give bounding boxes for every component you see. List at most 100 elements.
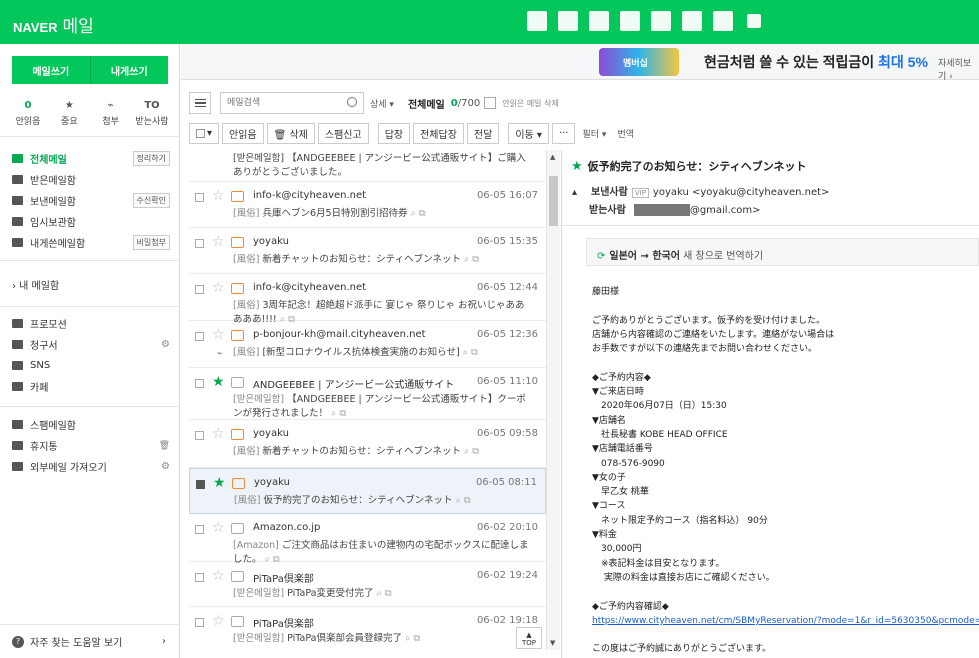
quick-filter-1[interactable]: ★ 중요 bbox=[51, 96, 87, 128]
star-icon[interactable]: ☆ bbox=[212, 327, 225, 343]
preview-icon[interactable]: ⌕ ⧉ bbox=[461, 254, 479, 265]
contacts-icon[interactable] bbox=[620, 11, 640, 31]
list-icon[interactable] bbox=[589, 11, 609, 31]
toolbar-button-0[interactable]: 안읽음 bbox=[222, 122, 264, 144]
folder-action-button[interactable]: 정리하기 bbox=[132, 151, 170, 166]
preview-icon[interactable]: ⌕ ⧉ bbox=[402, 633, 420, 644]
mail-sender[interactable]: yoyaku bbox=[253, 428, 289, 439]
star-icon[interactable]: ☆ bbox=[212, 568, 225, 584]
translate-button[interactable]: 번역 bbox=[613, 122, 638, 144]
mail-sender[interactable]: yoyaku bbox=[254, 477, 290, 488]
row-checkbox[interactable] bbox=[195, 573, 204, 582]
my-mailbox[interactable]: › 내 메일함 bbox=[12, 274, 170, 295]
mail-subject[interactable]: [받은메일함] PiTaPa変更受付完了 ⌕ ⧉ bbox=[233, 587, 533, 601]
preview-icon[interactable]: ⌕ ⧉ bbox=[408, 208, 426, 219]
filter-button[interactable]: 필터 ▾ bbox=[578, 122, 611, 144]
sidebar-item-1[interactable]: 청구서 ⚙ bbox=[12, 334, 170, 355]
search-icon[interactable] bbox=[347, 97, 357, 107]
row-checkbox[interactable] bbox=[195, 431, 204, 440]
mail-icon[interactable] bbox=[527, 11, 547, 31]
star-icon[interactable]: ★ bbox=[212, 374, 225, 390]
toolbar-button-2[interactable]: 스팸신고 bbox=[317, 122, 369, 144]
mail-subject[interactable]: [風俗] 兵庫ヘブン6月5日特別割引招待券 ⌕ ⧉ bbox=[233, 207, 533, 221]
preview-icon[interactable]: ⌕ ⧉ bbox=[373, 588, 392, 599]
delete-unread-link[interactable]: 안읽은 메일 삭제 bbox=[502, 98, 559, 109]
reservation-link[interactable]: https://www.cityheaven.net/cm/SBMyReserv… bbox=[592, 616, 979, 626]
sidebar-item-4[interactable]: 내게쓴메일함 비밀첨부 bbox=[12, 232, 170, 253]
sender-address[interactable]: yoyaku <yoyaku@cityheaven.net> bbox=[653, 187, 829, 198]
star-icon[interactable]: ☆ bbox=[212, 188, 225, 204]
refresh-icon[interactable] bbox=[484, 97, 497, 109]
mail-sender[interactable]: Amazon.co.jp bbox=[253, 522, 320, 533]
mail-row[interactable]: ★ ANDGEEBEE | アンジービー公式通販サイト 06-05 11:10 [받은… bbox=[189, 368, 546, 420]
row-checkbox[interactable] bbox=[195, 618, 204, 627]
preview-icon[interactable]: ⌕ ⧉ bbox=[453, 495, 471, 506]
menu-toggle-button[interactable] bbox=[189, 92, 211, 114]
mail-sender[interactable]: p-bonjour-kh@mail.cityheaven.net bbox=[253, 329, 426, 340]
house-icon[interactable] bbox=[713, 11, 733, 31]
mail-row[interactable]: ☆ yoyaku 06-05 09:58 [風俗] 新着チャットのお知らせ：シティヘブ… bbox=[189, 420, 546, 468]
toolbar-button-5[interactable]: 전달 bbox=[466, 122, 500, 144]
mail-sender[interactable]: PiTaPa倶楽部 bbox=[253, 570, 314, 585]
sidebar-item-3[interactable]: 카페 bbox=[12, 376, 170, 397]
mail-sender[interactable]: yoyaku bbox=[253, 236, 289, 247]
row-checkbox[interactable] bbox=[195, 332, 204, 341]
quick-filter-0[interactable]: 0 안읽음 bbox=[10, 96, 46, 128]
sidebar-item-2[interactable]: SNS bbox=[12, 355, 170, 376]
mail-subject[interactable]: [風俗] 仮予約完了のお知らせ：シティヘブンネット ⌕ ⧉ bbox=[234, 494, 534, 508]
sidebar-item-2[interactable]: 외부메일 가져오기 ⚙ bbox=[12, 456, 170, 477]
sidebar-item-1[interactable]: 받은메일함 bbox=[12, 169, 170, 190]
naver-mail-logo[interactable]: NAVER 메일 bbox=[13, 12, 94, 37]
toolbar-button-1[interactable]: 🗑 삭제 bbox=[266, 122, 315, 144]
square-icon[interactable] bbox=[747, 14, 761, 28]
star-icon[interactable]: ☆ bbox=[212, 613, 225, 629]
preview-icon[interactable]: ⌕ ⧉ bbox=[460, 347, 478, 358]
mail-row[interactable]: ☆ PiTaPa倶楽部 06-02 19:18 [받은메일함] PiTaPa倶楽部会員… bbox=[189, 607, 546, 650]
self-compose-button[interactable]: 내게쓰기 bbox=[89, 56, 168, 84]
mail-subject[interactable]: [風俗] [新型コロナウイルス抗体検査実施のお知らせ] ⌕ ⧉ bbox=[233, 346, 533, 360]
star-icon[interactable]: ★ bbox=[571, 159, 583, 174]
preview-icon[interactable]: ⌕ ⧉ bbox=[461, 446, 479, 457]
scroll-top-button[interactable]: ▲ TOP bbox=[516, 627, 542, 649]
banner-more-link[interactable]: 자세히보기 › bbox=[938, 56, 979, 82]
compose-button[interactable]: 메일쓰기 bbox=[12, 56, 90, 84]
mail-row[interactable]: ☆ info-k@cityheaven.net 06-05 12:44 [風俗] 3周… bbox=[189, 274, 546, 325]
mail-row[interactable]: ☆ info-k@cityheaven.net 06-05 16:07 [風俗] 兵庫… bbox=[189, 182, 546, 228]
star-icon[interactable]: ★ bbox=[213, 475, 226, 491]
memo-icon[interactable] bbox=[682, 11, 702, 31]
mail-sender[interactable]: info-k@cityheaven.net bbox=[253, 282, 366, 293]
toolbar-button-4[interactable]: 전체답장 bbox=[413, 122, 464, 144]
folder-action-button[interactable]: 비밀첨부 bbox=[132, 235, 170, 250]
mail-row[interactable]: [받은메일함] 【ANDGEEBEE | アンジービー公式通販サイト】ご購入あり… bbox=[189, 150, 546, 182]
mail-sender[interactable]: PiTaPa倶楽部 bbox=[253, 615, 314, 630]
toolbar-button-7[interactable]: ··· bbox=[551, 122, 576, 144]
translate-bar[interactable]: ⟳ 일본어 → 한국어 새 창으로 번역하기 bbox=[586, 238, 979, 266]
list-scrollbar[interactable]: ▲ ▼ bbox=[546, 150, 560, 650]
sidebar-item-0[interactable]: 스팸메일함 bbox=[12, 414, 170, 435]
mail-subject[interactable]: [받은메일함] PiTaPa倶楽部会員登録完了 ⌕ ⧉ bbox=[233, 632, 533, 646]
sidebar-item-1[interactable]: 휴지통 🗑 bbox=[12, 435, 170, 456]
sidebar-item-2[interactable]: 보낸메일함 수신확인 bbox=[12, 190, 170, 211]
mail-row[interactable]: ☆ Amazon.co.jp 06-02 20:10 [Amazon] ご注文商品はお… bbox=[189, 514, 546, 565]
preview-icon[interactable]: ⌕ ⧉ bbox=[328, 408, 346, 419]
star-icon[interactable]: ☆ bbox=[212, 426, 225, 442]
search-input[interactable] bbox=[221, 93, 341, 113]
gear-icon[interactable]: ⚙ bbox=[161, 339, 170, 350]
mail-sender[interactable]: ANDGEEBEE | アンジービー公式通販サイト bbox=[253, 376, 454, 391]
star-icon[interactable]: ☆ bbox=[212, 520, 225, 536]
promo-banner[interactable]: 멤버십 현금처럼 쓸 수 있는 적립금이 최대 5% 자세히보기 › bbox=[181, 44, 979, 82]
help-link[interactable]: ? 자주 찾는 도움말 보기 › bbox=[0, 624, 180, 658]
row-checkbox[interactable] bbox=[195, 525, 204, 534]
mail-subject[interactable]: [받은메일함] 【ANDGEEBEE | アンジービー公式通販サイト】クーポンが… bbox=[233, 393, 533, 421]
select-all-checkbox[interactable]: ▾ bbox=[189, 122, 219, 144]
mail-row[interactable]: ☆ yoyaku 06-05 15:35 [風俗] 新着チャットのお知らせ：シティヘブ… bbox=[189, 228, 546, 274]
folder-action-button[interactable]: 수신확인 bbox=[132, 193, 170, 208]
row-checkbox[interactable] bbox=[195, 379, 204, 388]
row-checkbox[interactable] bbox=[195, 239, 204, 248]
row-checkbox[interactable] bbox=[195, 193, 204, 202]
sidebar-item-3[interactable]: 임시보관함 bbox=[12, 211, 170, 232]
star-icon[interactable]: ☆ bbox=[212, 234, 225, 250]
cloud-icon[interactable] bbox=[651, 11, 671, 31]
detail-search-button[interactable]: 상세 ▾ bbox=[370, 97, 394, 110]
mail-row[interactable]: ☆ p-bonjour-kh@mail.cityheaven.net 06-05 1… bbox=[189, 321, 546, 368]
